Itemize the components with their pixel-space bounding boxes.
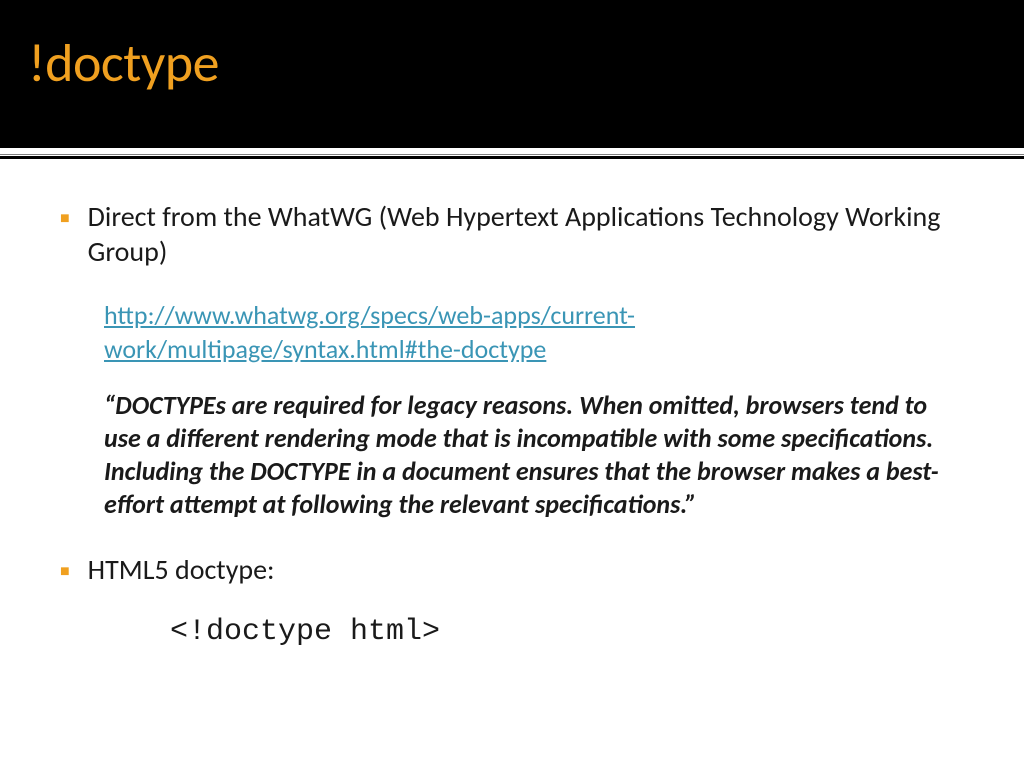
bullet-item: ■ HTML5 doctype: (60, 552, 964, 587)
code-block: <!doctype html> (170, 615, 964, 649)
bullet-text: Direct from the WhatWG (Web Hypertext Ap… (88, 199, 964, 269)
slide-header: !doctype (0, 0, 1024, 148)
bullet-icon: ■ (60, 562, 70, 581)
bullet-item: ■ Direct from the WhatWG (Web Hypertext … (60, 199, 964, 269)
bullet-text: HTML5 doctype: (88, 552, 275, 587)
header-divider (0, 156, 1024, 159)
doctype-quote: “DOCTYPEs are required for legacy reason… (104, 389, 964, 522)
slide-title: !doctype (28, 30, 996, 96)
whatwg-link[interactable]: http://www.whatwg.org/specs/web-apps/cur… (104, 299, 964, 367)
bullet-icon: ■ (60, 209, 70, 228)
slide-content: ■ Direct from the WhatWG (Web Hypertext … (0, 159, 1024, 649)
indent-block: http://www.whatwg.org/specs/web-apps/cur… (104, 299, 964, 522)
